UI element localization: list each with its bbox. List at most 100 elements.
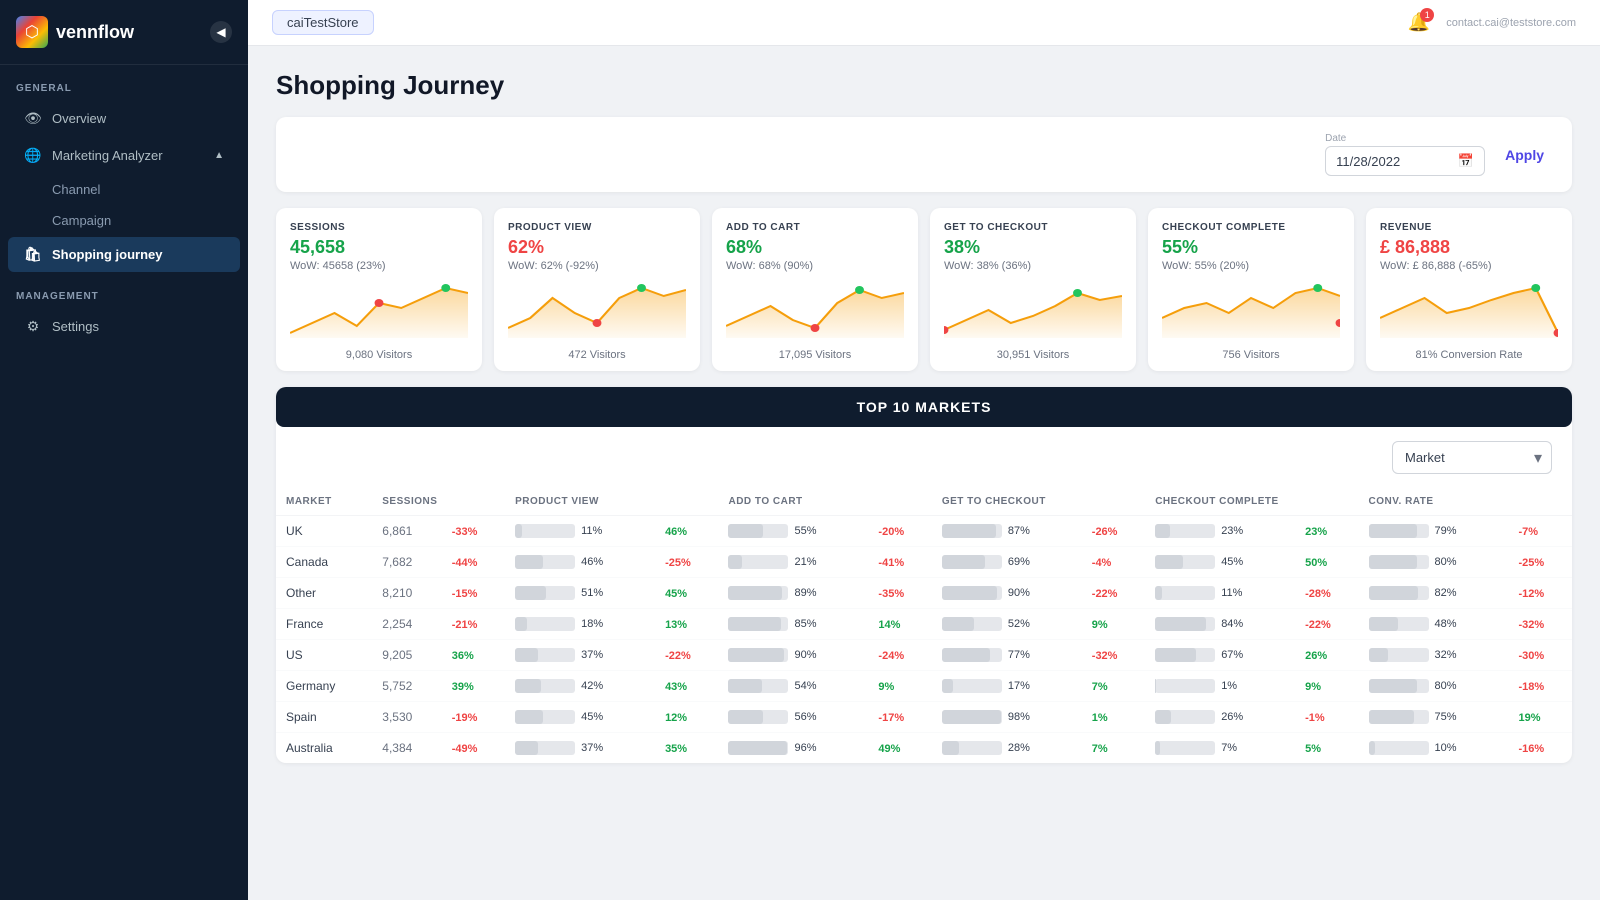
bar-cell: 80%	[1359, 671, 1509, 702]
change-cell: -25%	[655, 547, 718, 578]
main-content: caiTestStore 🔔 1 contact.cai@teststore.c…	[248, 0, 1600, 900]
sessions-chg-cell: 39%	[442, 671, 505, 702]
dot-green-checkout-complete	[1313, 284, 1322, 292]
col-get-to-checkout: GET TO CHECKOUT	[932, 488, 1145, 516]
bar-cell: 56%	[718, 702, 868, 733]
sparkline-checkout-complete	[1162, 278, 1340, 338]
table-row: France 2,254 -21% 18% 13%	[276, 609, 1572, 640]
change-cell: 19%	[1509, 702, 1573, 733]
bar-cell: 52%	[932, 609, 1082, 640]
metric-wow-add-to-cart: WoW: 68% (90%)	[726, 260, 904, 272]
sidebar-item-campaign[interactable]: Campaign	[8, 206, 240, 235]
table-row: Spain 3,530 -19% 45% 12%	[276, 702, 1572, 733]
sidebar-item-overview[interactable]: 👁 Overview	[8, 101, 240, 136]
gear-icon: ⚙	[24, 318, 42, 335]
metric-card-product-view: PRODUCT VIEW 62% WoW: 62% (-92%) 472 Vis…	[494, 208, 700, 371]
dot-green-get-to-checkout	[1073, 289, 1082, 297]
market-select[interactable]: MarketUKUSCanadaFranceGermanySpainAustra…	[1392, 441, 1552, 474]
metric-title-add-to-cart: ADD TO CART	[726, 222, 904, 233]
metric-title-revenue: REVENUE	[1380, 222, 1558, 233]
change-cell: 9%	[1295, 671, 1358, 702]
bar-cell: 37%	[505, 733, 655, 764]
metric-value-revenue: £ 86,888	[1380, 237, 1558, 258]
calendar-icon[interactable]: 📅	[1458, 153, 1474, 169]
metric-title-checkout-complete: CHECKOUT COMPLETE	[1162, 222, 1340, 233]
change-cell: 14%	[868, 609, 931, 640]
bar-cell: 21%	[718, 547, 868, 578]
sidebar-item-settings[interactable]: ⚙ Settings	[8, 309, 240, 344]
bar-cell: 46%	[505, 547, 655, 578]
change-cell: -4%	[1082, 547, 1145, 578]
change-cell: 45%	[655, 578, 718, 609]
change-cell: 13%	[655, 609, 718, 640]
sessions-val-cell: 7,682	[372, 547, 441, 578]
sessions-val-cell: 5,752	[372, 671, 441, 702]
change-cell: -12%	[1509, 578, 1573, 609]
market-table: MARKET SESSIONS PRODUCT VIEW ADD TO CART…	[276, 488, 1572, 763]
metric-value-product-view: 62%	[508, 237, 686, 258]
sidebar-item-shopping-journey[interactable]: 🛍 Shopping journey	[8, 237, 240, 272]
management-section-label: MANAGEMENT	[0, 273, 248, 308]
date-value: 11/28/2022	[1336, 154, 1400, 169]
metric-wow-get-to-checkout: WoW: 38% (36%)	[944, 260, 1122, 272]
bar-cell: 87%	[932, 516, 1082, 547]
apply-button[interactable]: Apply	[1497, 143, 1552, 167]
col-market: MARKET	[276, 488, 372, 516]
change-cell: 12%	[655, 702, 718, 733]
change-cell: -25%	[1509, 547, 1573, 578]
table-row: Australia 4,384 -49% 37% 35%	[276, 733, 1572, 764]
bar-cell: 45%	[505, 702, 655, 733]
sidebar-campaign-label: Campaign	[52, 213, 111, 228]
change-cell: 7%	[1082, 671, 1145, 702]
bar-cell: 51%	[505, 578, 655, 609]
user-info: contact.cai@teststore.com	[1446, 17, 1576, 29]
table-row: US 9,205 36% 37% -22%	[276, 640, 1572, 671]
date-filter-card: Date 11/28/2022 📅 Apply	[276, 117, 1572, 192]
collapse-button[interactable]: ◀	[210, 21, 232, 43]
date-filter-inner: Date 11/28/2022 📅 Apply	[1325, 133, 1552, 176]
change-cell: -16%	[1509, 733, 1573, 764]
bar-cell: 23%	[1145, 516, 1295, 547]
bar-cell: 55%	[718, 516, 868, 547]
metric-chart-get-to-checkout	[944, 278, 1122, 343]
bar-cell: 67%	[1145, 640, 1295, 671]
bar-cell: 32%	[1359, 640, 1509, 671]
metric-card-sessions: SESSIONS 45,658 WoW: 45658 (23%) 9,080 V…	[276, 208, 482, 371]
metric-wow-checkout-complete: WoW: 55% (20%)	[1162, 260, 1340, 272]
metric-footer-sessions: 9,080 Visitors	[290, 349, 468, 361]
bar-cell: 10%	[1359, 733, 1509, 764]
change-cell: -17%	[868, 702, 931, 733]
sidebar-shopping-label: Shopping journey	[52, 247, 163, 262]
sparkline-revenue	[1380, 278, 1558, 338]
bar-cell: 45%	[1145, 547, 1295, 578]
change-cell: 9%	[868, 671, 931, 702]
metric-footer-product-view: 472 Visitors	[508, 349, 686, 361]
metric-chart-add-to-cart	[726, 278, 904, 343]
sessions-val-cell: 6,861	[372, 516, 441, 547]
sidebar-item-marketing-analyzer[interactable]: 🌐 Marketing Analyzer ▲	[8, 138, 240, 173]
table-row: Canada 7,682 -44% 46% -25%	[276, 547, 1572, 578]
user-email: contact.cai@teststore.com	[1446, 17, 1576, 29]
sidebar: ⬡ vennflow ◀ GENERAL 👁 Overview 🌐 Market…	[0, 0, 248, 900]
bar-cell: 79%	[1359, 516, 1509, 547]
metric-chart-checkout-complete	[1162, 278, 1340, 343]
table-row: Other 8,210 -15% 51% 45%	[276, 578, 1572, 609]
metric-value-get-to-checkout: 38%	[944, 237, 1122, 258]
page-title: Shopping Journey	[276, 70, 1572, 101]
dot-green-product-view	[637, 284, 646, 292]
col-product-view: PRODUCT VIEW	[505, 488, 718, 516]
notification-button[interactable]: 🔔 1	[1408, 12, 1430, 33]
date-input[interactable]: 11/28/2022 📅	[1325, 146, 1485, 176]
sessions-val-cell: 4,384	[372, 733, 441, 764]
logo-area: ⬡ vennflow ◀	[0, 0, 248, 65]
dot-green-revenue	[1531, 284, 1540, 292]
sessions-val-cell: 3,530	[372, 702, 441, 733]
store-selector[interactable]: caiTestStore	[272, 10, 374, 35]
dot-red-product-view	[593, 319, 602, 327]
dot-red-add-to-cart	[811, 324, 820, 332]
col-sessions: SESSIONS	[372, 488, 505, 516]
sidebar-item-channel[interactable]: Channel	[8, 175, 240, 204]
metric-value-sessions: 45,658	[290, 237, 468, 258]
notification-badge: 1	[1420, 8, 1434, 22]
change-cell: -30%	[1509, 640, 1573, 671]
